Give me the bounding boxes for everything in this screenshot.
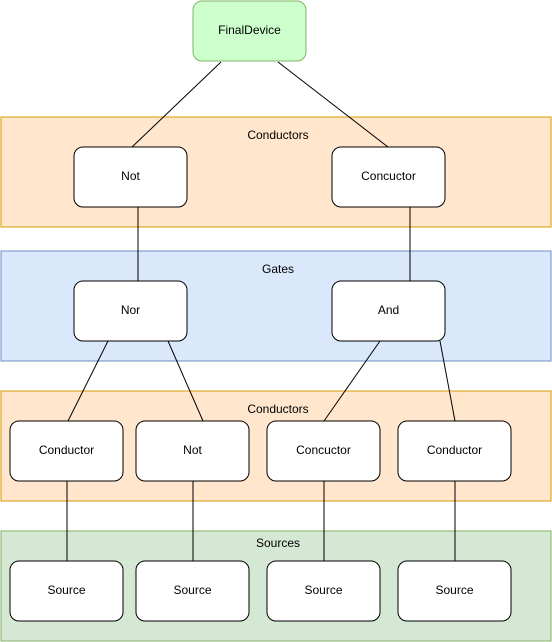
node-source-4[interactable]: Source <box>397 560 512 622</box>
node-source-2[interactable]: Source <box>135 560 250 622</box>
node-source-1[interactable]: Source <box>9 560 124 622</box>
node-label: Source <box>173 583 211 597</box>
node-label: Source <box>435 583 473 597</box>
node-label: Conductor <box>39 443 94 457</box>
node-not[interactable]: Not <box>73 146 188 208</box>
node-conductor-1[interactable]: Conductor <box>9 420 124 482</box>
node-label: Source <box>47 583 85 597</box>
node-label: Concuctor <box>361 169 416 183</box>
group-label: Conductors <box>247 402 308 416</box>
diagram-canvas: Conductors Gates Conductors Sources Fina… <box>0 0 552 642</box>
node-label: And <box>378 303 399 317</box>
node-final-device[interactable]: FinalDevice <box>192 0 307 62</box>
node-concuctor[interactable]: Concuctor <box>331 146 446 208</box>
node-nor[interactable]: Nor <box>73 280 188 342</box>
group-label: Gates <box>262 262 294 276</box>
node-source-3[interactable]: Source <box>266 560 381 622</box>
node-label: Not <box>183 443 202 457</box>
node-not-2[interactable]: Not <box>135 420 250 482</box>
node-concuctor-2[interactable]: Concuctor <box>266 420 381 482</box>
node-label: Conductor <box>427 443 482 457</box>
group-label: Sources <box>256 536 300 550</box>
node-label: Concuctor <box>296 443 351 457</box>
node-label: Source <box>304 583 342 597</box>
group-label: Conductors <box>247 128 308 142</box>
node-label: FinalDevice <box>218 23 281 37</box>
node-label: Nor <box>121 303 140 317</box>
node-label: Not <box>121 169 140 183</box>
node-and[interactable]: And <box>331 280 446 342</box>
node-conductor-4[interactable]: Conductor <box>397 420 512 482</box>
